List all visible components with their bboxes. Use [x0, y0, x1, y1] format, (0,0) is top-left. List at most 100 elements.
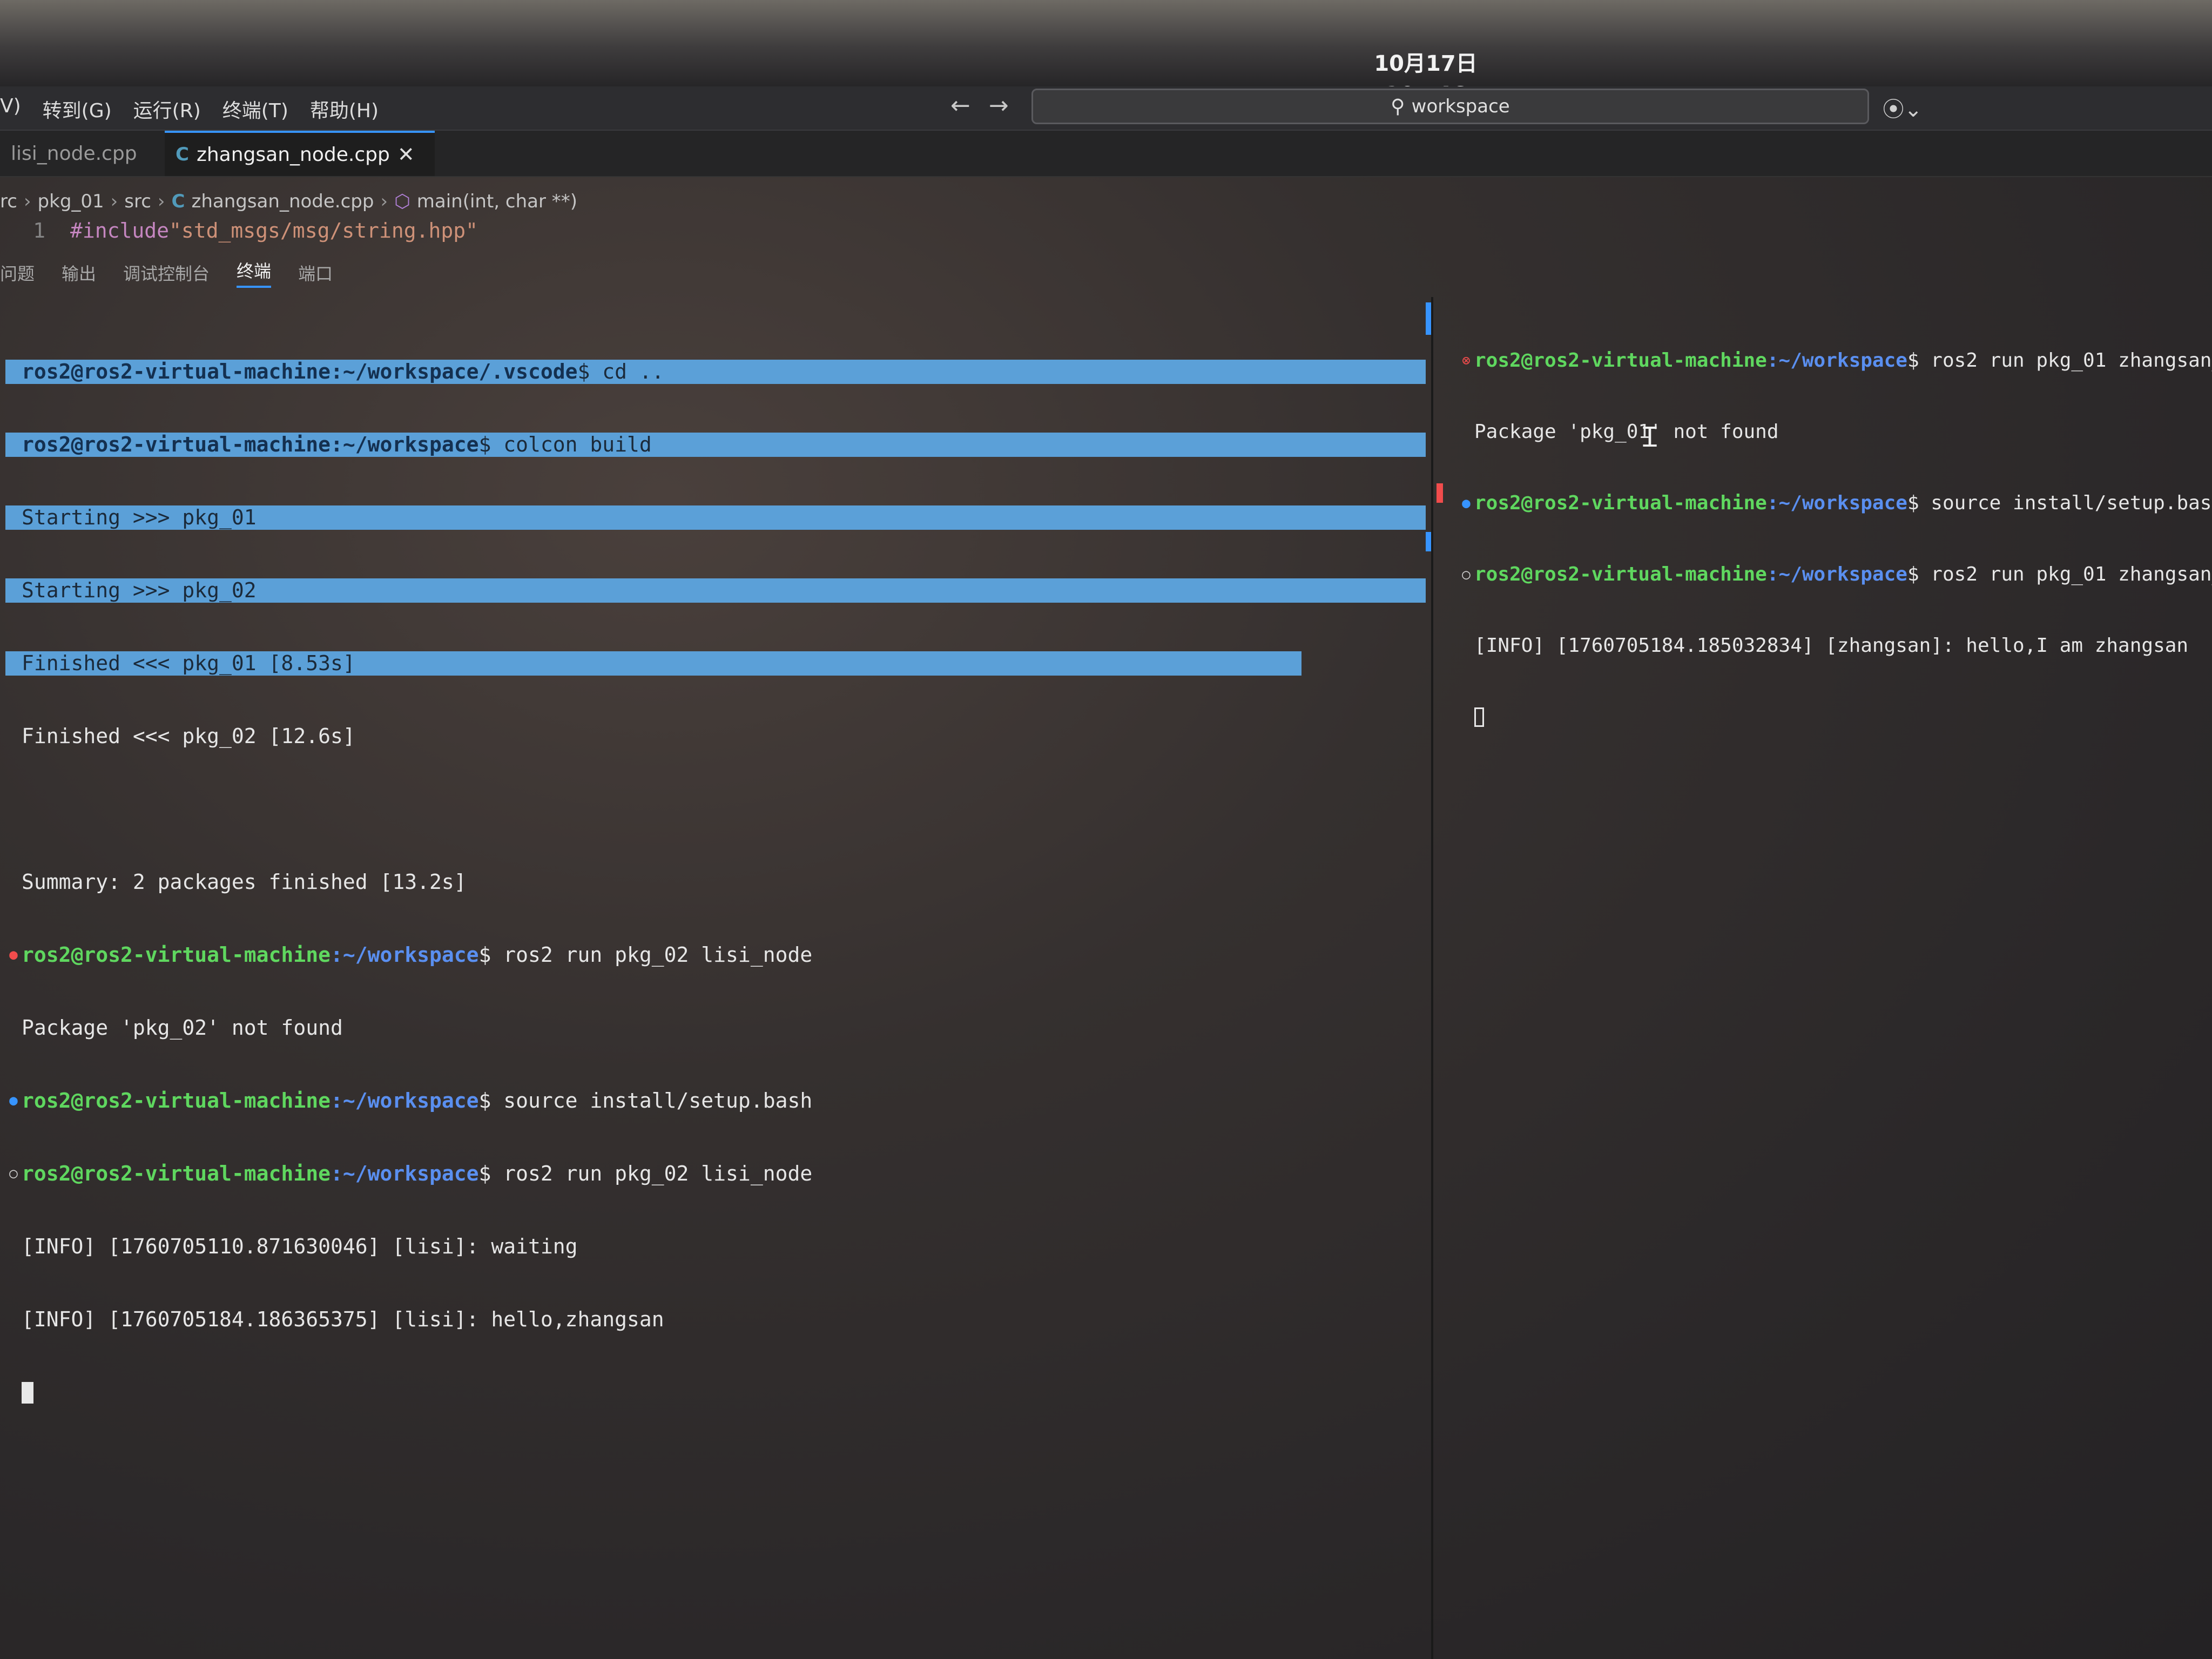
terminal-line: ○ ros2@ros2-virtual-machine:~/workspace $…	[5, 1162, 1420, 1186]
editor-tab-bar: lisi_node.cpp C zhangsan_node.cpp ✕	[0, 131, 2212, 177]
breadcrumb-item[interactable]: src	[124, 191, 151, 212]
command-text: $ ros2 run pkg_01 zhangsan_node	[1907, 349, 2212, 372]
prompt-path: :~/workspace	[330, 943, 479, 967]
nav-arrows: ← →	[950, 92, 1009, 119]
prompt-user: ros2@ros2-virtual-machine	[22, 433, 331, 456]
command-text: $ ros2 run pkg_01 zhangsan_node	[1907, 563, 2212, 585]
chevron-right-icon: ›	[110, 191, 118, 212]
command-running-icon[interactable]: ○	[1458, 563, 1474, 586]
breadcrumb: rc › pkg_01 › src › C zhangsan_node.cpp …	[0, 188, 577, 215]
output-text: Starting >>> pkg_02	[22, 578, 257, 602]
menu-item-run[interactable]: 运行(R)	[133, 95, 201, 123]
prompt-path: :~/workspace	[330, 1089, 479, 1112]
search-text: workspace	[1411, 96, 1510, 117]
system-clock[interactable]: 10月17日 20：46	[1361, 46, 1491, 107]
terminal-line: ● ros2@ros2-virtual-machine:~/workspace $…	[5, 943, 1420, 967]
tab-debug-console[interactable]: 调试控制台	[123, 260, 210, 285]
tab-lisi-node[interactable]: lisi_node.cpp	[0, 131, 162, 176]
command-text: $ colcon build	[478, 433, 652, 456]
panel-tabs: 问题 输出 调试控制台 终端 端口	[0, 254, 333, 292]
search-icon: ⚲	[1391, 95, 1405, 118]
prompt-path: :~/workspace	[1766, 349, 1907, 372]
terminal-right[interactable]: ⊗ ros2@ros2-virtual-machine:~/workspace $…	[1458, 301, 2212, 777]
output-text: [INFO] [1760705110.871630046] [lisi]: wa…	[22, 1235, 578, 1258]
screen: 10月17日 20：46 V) 转到(G) 运行(R) 终端(T) 帮助(H) …	[0, 0, 2212, 1659]
terminal-line: Finished <<< pkg_01 [8.53s]	[5, 651, 1301, 676]
menu-item-view[interactable]: V)	[0, 95, 21, 123]
command-text: $ ros2 run pkg_02 lisi_node	[478, 943, 813, 967]
copilot-icon[interactable]: ⦿⌄	[1883, 92, 1923, 123]
terminal-line: [INFO] [1760705184.185032834] [zhangsan]…	[1458, 634, 2209, 658]
prompt-path: :~/workspace	[330, 1162, 479, 1185]
menu-item-goto[interactable]: 转到(G)	[43, 95, 112, 123]
terminal-line: Package 'pkg_02' not found	[5, 1016, 1420, 1040]
code-include-path: "std_msgs/msg/string.hpp"	[169, 219, 478, 242]
command-center-search[interactable]: ⚲ workspace	[1031, 89, 1869, 124]
terminal-line: Package 'pkg_01' not found	[1458, 420, 2209, 444]
forward-arrow-icon[interactable]: →	[989, 92, 1009, 119]
output-text: Finished <<< pkg_01 [8.53s]	[22, 651, 355, 675]
command-error-icon[interactable]: ●	[5, 943, 22, 967]
terminal-line: [INFO] [1760705184.186365375] [lisi]: he…	[5, 1307, 1420, 1332]
prompt-path: :~/workspace	[330, 433, 479, 456]
prompt-path: :~/workspace	[1766, 563, 1907, 585]
tab-terminal[interactable]: 终端	[237, 258, 272, 288]
menu-item-terminal[interactable]: 终端(T)	[222, 95, 288, 123]
output-text: Package 'pkg_01' not found	[1474, 421, 1779, 443]
prompt-user: ros2@ros2-virtual-machine	[22, 1089, 331, 1112]
terminal-line: ⊗ ros2@ros2-virtual-machine:~/workspace $…	[1458, 349, 2212, 373]
terminal-cursor	[1474, 707, 1484, 727]
breadcrumb-item[interactable]: zhangsan_node.cpp	[191, 191, 374, 212]
title-bar: V) 转到(G) 运行(R) 终端(T) 帮助(H) ← → ⚲ workspa…	[0, 86, 2212, 131]
command-text: $ source install/setup.bash	[478, 1089, 813, 1112]
command-running-icon[interactable]: ○	[5, 1162, 22, 1186]
command-success-icon[interactable]: ●	[1458, 491, 1474, 515]
terminal-line: Finished <<< pkg_02 [12.6s]	[5, 724, 1420, 748]
tab-label: zhangsan_node.cpp	[196, 143, 390, 166]
tab-ports[interactable]: 端口	[298, 260, 333, 285]
terminal-line: [INFO] [1760705110.871630046] [lisi]: wa…	[5, 1235, 1420, 1259]
terminal-line: ○ ros2@ros2-virtual-machine:~/workspace $…	[1458, 563, 2212, 586]
prompt-user: ros2@ros2-virtual-machine	[22, 360, 331, 383]
tab-output[interactable]: 输出	[62, 260, 96, 285]
chevron-right-icon: ›	[23, 191, 31, 212]
breadcrumb-item[interactable]: main(int, char **)	[417, 191, 577, 212]
terminal-line: Summary: 2 packages finished [13.2s]	[5, 870, 1420, 894]
close-icon[interactable]: ✕	[397, 143, 415, 166]
scrollbar-error-marker	[1437, 483, 1443, 503]
output-text: Package 'pkg_02' not found	[22, 1016, 343, 1040]
output-text: [INFO] [1760705184.186365375] [lisi]: he…	[22, 1307, 664, 1331]
terminal-split-divider[interactable]	[1431, 297, 1433, 1659]
chevron-right-icon: ›	[157, 191, 165, 212]
command-text: $ source install/setup.bash	[1907, 492, 2212, 514]
terminal-line	[5, 1380, 1420, 1405]
terminal-left[interactable]: ros2@ros2-virtual-machine:~/workspace/.v…	[5, 311, 1426, 1453]
prompt-user: ros2@ros2-virtual-machine	[22, 943, 331, 967]
text-cursor-icon: Ｉ	[1636, 422, 1663, 453]
prompt-path: :~/workspace	[1766, 492, 1907, 514]
code-include-directive: #include	[70, 219, 170, 242]
command-text: $ cd ..	[577, 360, 664, 383]
chevron-right-icon: ›	[380, 191, 388, 212]
terminal-cursor	[22, 1381, 33, 1404]
cpp-file-icon: C	[176, 144, 189, 165]
tab-problems[interactable]: 问题	[0, 260, 35, 285]
terminal-line: ros2@ros2-virtual-machine:~/workspace/.v…	[5, 360, 1426, 384]
tab-zhangsan-node[interactable]: C zhangsan_node.cpp ✕	[165, 131, 435, 176]
terminal-line: ros2@ros2-virtual-machine:~/workspace $ c…	[5, 433, 1426, 457]
prompt-user: ros2@ros2-virtual-machine	[1474, 349, 1767, 372]
breadcrumb-item[interactable]: rc	[0, 191, 17, 212]
menu-item-help[interactable]: 帮助(H)	[310, 95, 379, 123]
system-top-bar: 10月17日 20：46	[0, 0, 2212, 107]
code-line[interactable]: 1 #include "std_msgs/msg/string.hpp"	[0, 217, 478, 244]
prompt-user: ros2@ros2-virtual-machine	[22, 1162, 331, 1185]
output-text: Summary: 2 packages finished [13.2s]	[22, 870, 467, 894]
prompt-path: :~/workspace/.vscode	[330, 360, 578, 383]
breadcrumb-item[interactable]: pkg_01	[38, 191, 104, 212]
command-error-icon[interactable]: ⊗	[1458, 349, 1474, 373]
tab-label: lisi_node.cpp	[11, 142, 137, 165]
back-arrow-icon[interactable]: ←	[950, 92, 970, 119]
command-text: $ ros2 run pkg_02 lisi_node	[478, 1162, 813, 1185]
command-success-icon[interactable]: ●	[5, 1089, 22, 1113]
terminal-line: ● ros2@ros2-virtual-machine:~/workspace $…	[1458, 491, 2212, 515]
